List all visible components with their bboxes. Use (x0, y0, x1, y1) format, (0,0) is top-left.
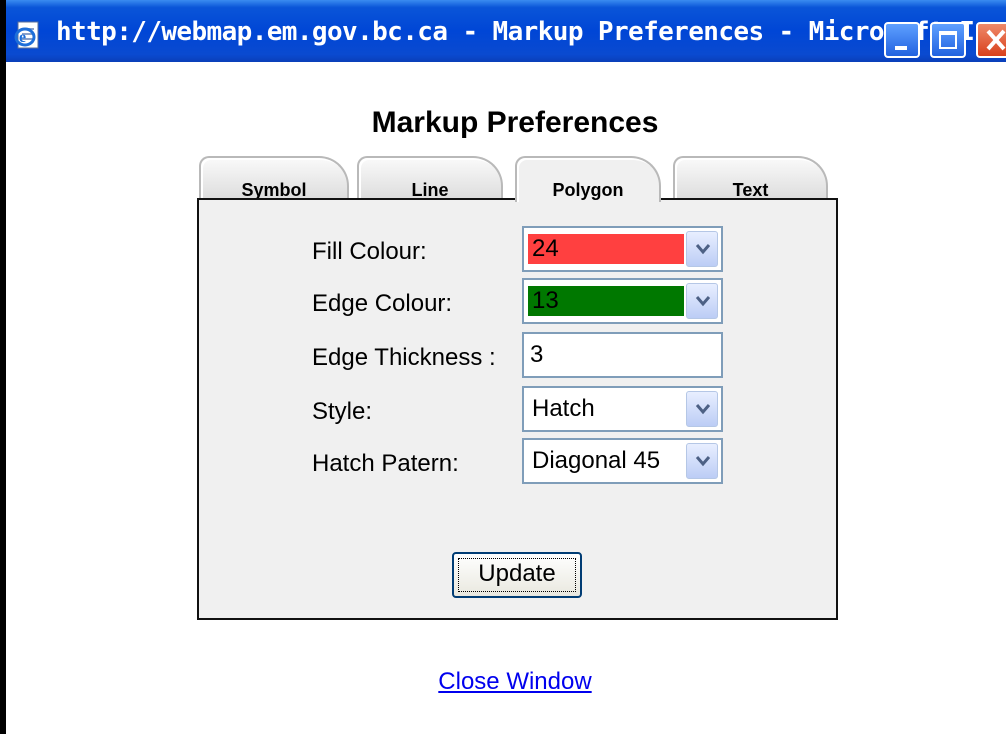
chevron-down-icon (695, 244, 711, 255)
style-dropdown-button[interactable] (686, 391, 718, 427)
chevron-down-icon (695, 456, 711, 467)
hatch-pattern-dropdown-button[interactable] (686, 443, 718, 479)
edge-colour-select[interactable]: 13 (522, 278, 723, 324)
tab-text[interactable]: Text (673, 156, 828, 200)
chevron-down-icon (695, 296, 711, 307)
fill-colour-select[interactable]: 24 (522, 226, 723, 272)
maximize-icon (939, 31, 957, 49)
edge-thickness-label: Edge Thickness : (312, 344, 496, 371)
edge-colour-value: 13 (528, 286, 684, 316)
chevron-down-icon (695, 404, 711, 415)
hatch-pattern-value: Diagonal 45 (532, 447, 661, 474)
edge-thickness-input[interactable]: 3 (522, 332, 723, 378)
close-window-link[interactable]: Close Window (6, 668, 1006, 696)
fill-colour-dropdown-button[interactable] (686, 231, 718, 267)
style-value: Hatch (532, 395, 595, 422)
tab-symbol[interactable]: Symbol (199, 156, 349, 200)
edge-colour-dropdown-button[interactable] (686, 283, 718, 319)
browser-window: e http://webmap.em.gov.bc.ca - Markup Pr… (0, 0, 1006, 734)
page-title: Markup Preferences (371, 106, 659, 139)
style-label: Style: (312, 398, 373, 425)
fill-colour-value: 24 (528, 234, 684, 264)
tab-polygon[interactable]: Polygon (515, 156, 661, 202)
edge-colour-label: Edge Colour: (312, 290, 453, 317)
update-button[interactable]: Update (452, 552, 582, 598)
focus-ring (458, 558, 576, 592)
edge-thickness-value: 3 (530, 341, 544, 368)
hatch-pattern-select[interactable]: Diagonal 45 (522, 438, 723, 484)
hatch-pattern-label: Hatch Patern: (312, 450, 459, 477)
window-title: http://webmap.em.gov.bc.ca - Markup Pref… (56, 17, 1006, 47)
close-button[interactable] (976, 22, 1006, 58)
close-icon (986, 29, 1006, 51)
tab-line[interactable]: Line (357, 156, 503, 200)
style-select[interactable]: Hatch (522, 386, 723, 432)
fill-colour-label: Fill Colour: (312, 238, 427, 265)
maximize-button[interactable] (930, 22, 966, 58)
svg-text:e: e (19, 29, 26, 46)
ie-page-icon: e (14, 21, 39, 49)
minimize-icon (895, 46, 907, 50)
polygon-preferences-panel: Fill Colour: 24 Edge Colour: 13 Edge Thi… (197, 198, 838, 620)
minimize-button[interactable] (884, 22, 920, 58)
title-bar[interactable]: e http://webmap.em.gov.bc.ca - Markup Pr… (6, 0, 1006, 62)
